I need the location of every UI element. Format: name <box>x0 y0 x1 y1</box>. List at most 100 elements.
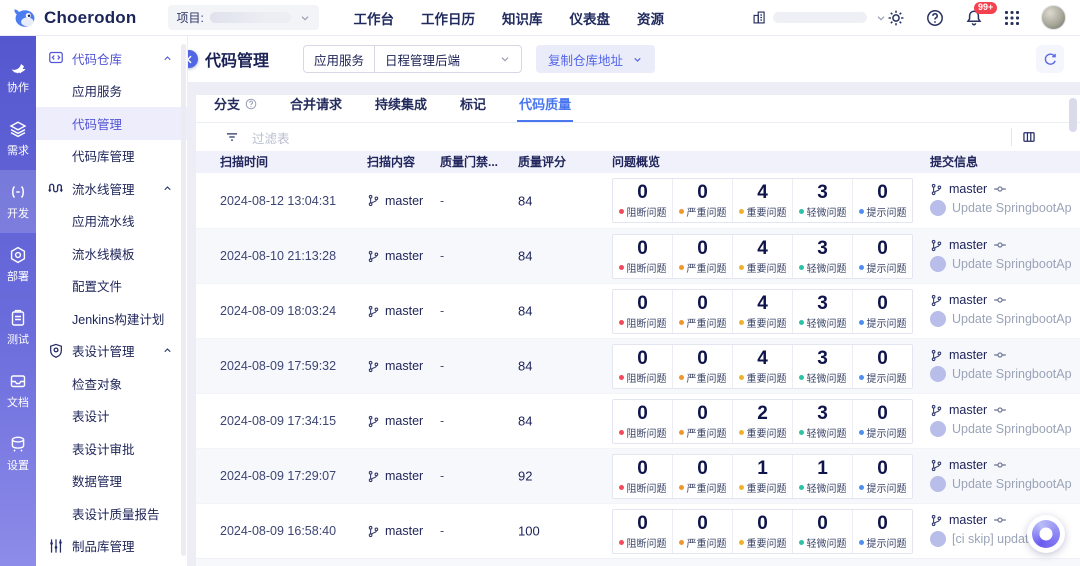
table-row-4[interactable]: 2024-08-09 17:34:15 master -84 0 阻断问题 0 严重问题 2 重… <box>196 393 1080 448</box>
top-nav-item-0[interactable]: 工作台 <box>353 8 394 28</box>
rail-item-0[interactable]: 协作 <box>0 44 36 107</box>
issue-stat-0: 0 阻断问题 <box>613 510 673 553</box>
sidebar-item-10[interactable]: 检查对象 <box>36 367 187 400</box>
commit-message: Update SpringbootAp <box>952 422 1072 436</box>
column-header-2: 质量门禁... <box>440 155 499 169</box>
sidebar-item-3[interactable]: 代码库管理 <box>36 140 187 173</box>
sidebar-item-7[interactable]: 配置文件 <box>36 270 187 303</box>
issue-stat-0: 0 阻断问题 <box>613 345 673 388</box>
org-select[interactable] <box>752 10 887 25</box>
scan-content: master <box>367 414 423 428</box>
tab-0[interactable]: 分支 <box>212 95 259 122</box>
issue-stat-4: 0 提示问题 <box>853 400 912 443</box>
issue-count: 0 <box>637 458 648 479</box>
sidebar-item-6[interactable]: 流水线模板 <box>36 237 187 270</box>
issue-dot-icon <box>738 209 744 214</box>
top-nav-item-4[interactable]: 资源 <box>637 8 664 28</box>
rail-item-4[interactable]: 测试 <box>0 296 36 359</box>
sidebar-item-11[interactable]: 表设计 <box>36 400 187 433</box>
sidebar-item-2[interactable]: 代码管理 <box>36 107 187 140</box>
top-nav-item-3[interactable]: 仪表盘 <box>569 8 610 28</box>
commit-avatar <box>930 531 946 547</box>
table-row-1[interactable]: 2024-08-10 21:13:28 master -84 0 阻断问题 0 严重问题 4 重… <box>196 228 1080 283</box>
issue-dot-icon <box>678 320 684 325</box>
git-branch-icon <box>367 360 380 373</box>
sidebar-item-13[interactable]: 数据管理 <box>36 465 187 498</box>
apps-grid-icon[interactable] <box>1004 10 1020 26</box>
rail-item-label: 设置 <box>7 459 29 472</box>
commit-info: master Update SpringbootAp <box>930 293 1080 327</box>
tab-4[interactable]: 代码质量 <box>517 95 574 122</box>
chevron-up-icon <box>162 345 173 356</box>
issue-label: 严重问题 <box>678 370 727 385</box>
issue-label: 轻微问题 <box>798 370 847 385</box>
top-nav-item-1[interactable]: 工作日历 <box>421 8 475 28</box>
issue-count: 3 <box>817 293 828 314</box>
issue-stat-1: 0 严重问题 <box>673 400 733 443</box>
issues-overview-card: 0 阻断问题 0 严重问题 4 重要问题 3 轻微问题 0 提示问题 <box>612 178 913 223</box>
sidebar-item-15[interactable]: 制品库管理 <box>36 530 187 563</box>
sidebar-item-4[interactable]: 流水线管理 <box>36 172 187 205</box>
table-scrollbar[interactable] <box>1069 98 1077 132</box>
tab-1[interactable]: 合并请求 <box>288 95 344 122</box>
tab-label: 分支 <box>214 97 241 112</box>
top-nav-item-2[interactable]: 知识库 <box>502 8 543 28</box>
table-row-0[interactable]: 2024-08-12 13:04:31 master -84 0 阻断问题 0 严重问题 4 重… <box>196 173 1080 228</box>
column-settings-icon[interactable] <box>1022 130 1036 144</box>
table-row-3[interactable]: 2024-08-09 17:59:32 master -84 0 阻断问题 0 严重问题 4 重… <box>196 338 1080 393</box>
sidebar-item-5[interactable]: 应用流水线 <box>36 205 187 238</box>
assistant-floating-button[interactable] <box>1027 515 1065 553</box>
rail-item-6[interactable]: 设置 <box>0 422 36 485</box>
issue-dot-icon <box>738 375 744 380</box>
rail-item-1[interactable]: 需求 <box>0 107 36 170</box>
issue-count: 0 <box>877 403 888 424</box>
sidebar-item-label: 代码管理 <box>72 117 123 132</box>
rail-item-5[interactable]: 文档 <box>0 359 36 422</box>
notifications-bell-icon[interactable]: 99+ <box>965 1 998 27</box>
commit-branch: master <box>949 348 988 362</box>
commit-avatar <box>930 366 946 382</box>
scan-time: 2024-08-09 17:59:32 <box>220 359 337 373</box>
help-icon[interactable] <box>926 9 944 27</box>
table-row-2[interactable]: 2024-08-09 18:03:24 master -84 0 阻断问题 0 严重问题 4 重… <box>196 283 1080 338</box>
scan-content: master <box>367 524 423 538</box>
issue-dot-icon <box>678 540 684 545</box>
scan-time: 2024-08-12 13:04:31 <box>220 193 337 208</box>
filter-input[interactable]: 过滤表 <box>252 128 1080 147</box>
rail-item-label: 协作 <box>7 81 29 94</box>
topbar-icons: 99+ <box>887 1 1066 30</box>
issue-label: 重要问题 <box>738 315 787 330</box>
rail-item-2[interactable]: 开发 <box>0 170 36 233</box>
app-service-value: 日程管理后端 <box>385 53 461 68</box>
sidebar-item-14[interactable]: 表设计质量报告 <box>36 497 187 530</box>
notification-badge: 99+ <box>974 1 998 14</box>
copy-repo-url-button[interactable]: 复制仓库地址 <box>536 45 656 73</box>
issue-stat-0: 0 阻断问题 <box>613 179 673 222</box>
tab-2[interactable]: 持续集成 <box>373 95 429 122</box>
issue-count: 0 <box>877 513 888 534</box>
sidebar-item-label: 表设计 <box>72 410 110 425</box>
user-avatar[interactable] <box>1041 5 1066 30</box>
issue-count: 4 <box>757 182 768 203</box>
table-row-6[interactable]: 2024-08-09 16:58:40 master -100 0 阻断问题 0 严重问题 0… <box>196 503 1080 558</box>
issue-dot-icon <box>678 265 684 270</box>
rail-item-3[interactable]: 部署 <box>0 233 36 296</box>
issue-count: 1 <box>757 458 768 479</box>
issue-stat-2: 4 重要问题 <box>733 290 793 333</box>
sidebar-item-12[interactable]: 表设计审批 <box>36 432 187 465</box>
table-row-5[interactable]: 2024-08-09 17:29:07 master -92 0 阻断问题 0 严重问题 1 重… <box>196 448 1080 503</box>
tab-3[interactable]: 标记 <box>458 95 488 122</box>
sidebar-item-9[interactable]: 表设计管理 <box>36 335 187 368</box>
sidebar-item-label: Jenkins构建计划 <box>72 312 165 327</box>
rail-item-label: 文档 <box>7 396 29 409</box>
app-service-select[interactable]: 应用服务 日程管理后端 <box>303 45 523 73</box>
sidebar-scrollbar[interactable] <box>181 44 186 556</box>
issue-label: 提示问题 <box>858 535 907 550</box>
project-select[interactable]: 项目: <box>168 5 320 30</box>
refresh-button[interactable] <box>1036 45 1064 73</box>
sidebar-item-8[interactable]: Jenkins构建计划 <box>36 302 187 335</box>
settings-gear-icon[interactable] <box>887 9 905 27</box>
issue-label: 严重问题 <box>678 315 727 330</box>
sidebar-item-0[interactable]: 代码仓库 <box>36 42 187 75</box>
sidebar-item-1[interactable]: 应用服务 <box>36 75 187 108</box>
